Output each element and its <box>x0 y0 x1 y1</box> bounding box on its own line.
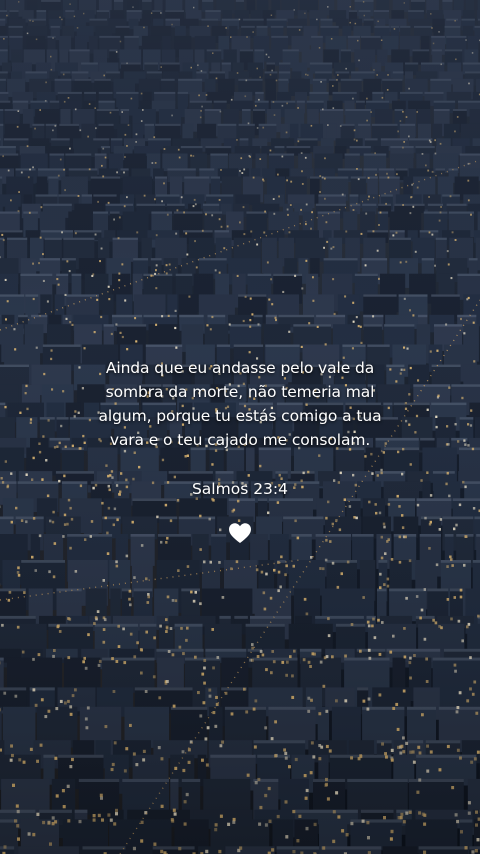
verse-text: Ainda que eu andasse pelo vale da sombra… <box>90 356 390 452</box>
verse-line: vara e o teu cajado me consolam. <box>109 431 371 449</box>
story-screen: Ainda que eu andasse pelo vale da sombra… <box>0 0 480 854</box>
verse-line: sombra da morte, não temeria mal <box>105 383 375 401</box>
verse-line: Ainda que eu andasse pelo vale da <box>105 359 375 377</box>
verse-reference: Salmos 23:4 <box>191 480 289 498</box>
verse-line: algum, porque tu estás comigo a tua <box>98 407 382 425</box>
white-heart-icon <box>228 522 252 544</box>
verse-block: Ainda que eu andasse pelo vale da sombra… <box>0 356 480 499</box>
